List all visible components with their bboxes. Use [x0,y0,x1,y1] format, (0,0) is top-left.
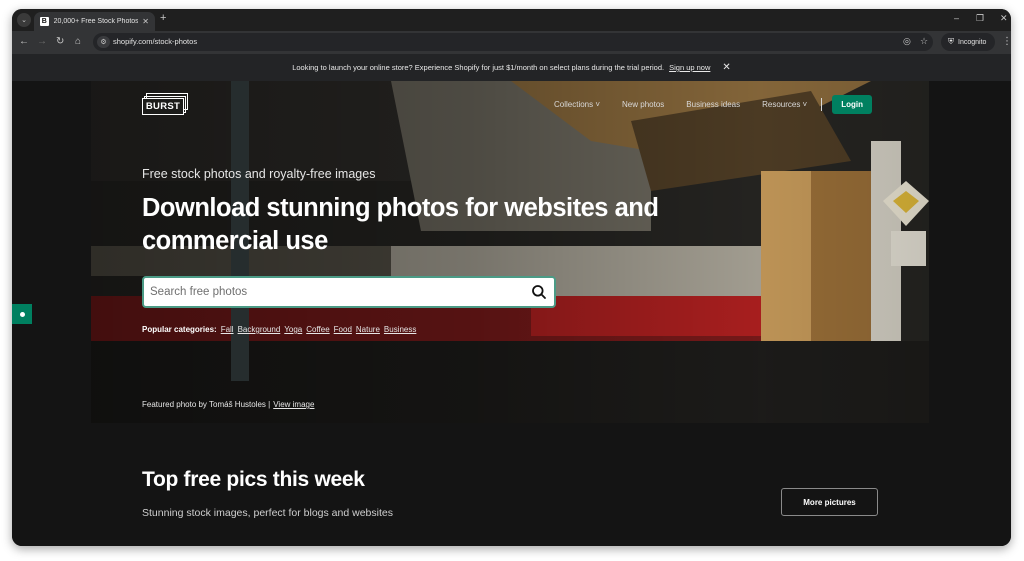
browser-window: ⌄ B 20,000+ Free Stock Photos and ✕ + – … [12,9,1011,546]
section-subtitle: Stunning stock images, perfect for blogs… [142,507,393,519]
browser-tab[interactable]: B 20,000+ Free Stock Photos and ✕ [34,12,155,31]
category-link[interactable]: Coffee [306,325,329,334]
nav-collections[interactable]: Collections ˅ [554,100,600,109]
nav-new-photos[interactable]: New photos [622,100,664,109]
category-link[interactable]: Food [334,325,352,334]
popular-categories: Popular categories: Fall Background Yoga… [142,325,420,334]
sign-up-link[interactable]: Sign up now [669,63,710,72]
back-icon[interactable]: ← [19,36,29,47]
view-image-link[interactable]: View image [273,400,314,409]
tab-title: 20,000+ Free Stock Photos and [53,18,139,25]
new-tab-icon[interactable]: + [160,12,166,24]
categories-label: Popular categories: [142,325,217,334]
hero-headline: Download stunning photos for websites an… [142,194,659,255]
more-pictures-button[interactable]: More pictures [781,488,878,516]
restore-icon[interactable]: ❐ [976,13,984,24]
category-link[interactable]: Business [384,325,416,334]
home-icon[interactable]: ⌂ [75,36,81,47]
section-title: Top free pics this week [142,468,365,491]
search-box [142,276,556,308]
promo-text: Looking to launch your online store? Exp… [292,63,665,72]
bookmark-star-icon[interactable]: ☆ [920,36,928,47]
nav-divider [821,98,823,111]
forward-icon[interactable]: → [37,36,47,47]
nav-resources[interactable]: Resources ˅ [762,100,807,109]
incognito-label: Incognito [958,38,987,46]
login-button[interactable]: Login [832,95,873,114]
main-nav: Collections ˅ New photos Business ideas … [554,95,873,114]
window-close-icon[interactable]: ✕ [1000,13,1008,24]
category-link[interactable]: Yoga [284,325,302,334]
minimize-icon[interactable]: – [954,13,959,23]
logo-text: BURST [142,98,184,115]
address-bar[interactable]: ⚙ shopify.com/stock-photos ◎ ☆ [93,33,933,51]
page: Looking to launch your online store? Exp… [12,54,1011,546]
incognito-icon: ⛨ [948,37,954,46]
browser-menu-icon[interactable]: ⋮ [1002,36,1011,47]
browser-toolbar: ← → ↻ ⌂ ⚙ shopify.com/stock-photos ◎ ☆ ⛨… [12,31,1011,54]
tab-strip: ⌄ B 20,000+ Free Stock Photos and ✕ + – … [12,9,1011,31]
eye-off-icon[interactable]: ◎ [903,36,911,47]
tab-search-icon[interactable]: ⌄ [17,13,31,27]
promo-banner: Looking to launch your online store? Exp… [12,54,1011,81]
credit-text: Featured photo by Tomáš Hustoles | [142,400,271,409]
url-text[interactable]: shopify.com/stock-photos [113,37,197,46]
promo-close-icon[interactable]: ✕ [722,62,730,73]
favicon-icon: B [40,17,49,26]
photo-credit: Featured photo by Tomáš Hustoles | View … [142,400,314,409]
category-link[interactable]: Nature [356,325,380,334]
reload-icon[interactable]: ↻ [56,36,64,47]
incognito-badge[interactable]: ⛨ Incognito [941,33,995,51]
category-link[interactable]: Background [238,325,281,334]
tab-close-icon[interactable]: ✕ [142,17,149,26]
hero-section: BURST Collections ˅ New photos Business … [91,81,929,423]
feedback-side-tab[interactable] [12,304,32,324]
feedback-dot-icon [19,311,25,317]
hero-eyebrow: Free stock photos and royalty-free image… [142,167,376,181]
category-link[interactable]: Fall [221,325,234,334]
nav-business-ideas[interactable]: Business ideas [686,100,740,109]
burst-logo[interactable]: BURST [142,93,188,115]
site-info-icon[interactable]: ⚙ [97,36,110,48]
search-icon[interactable] [531,284,547,300]
search-input[interactable] [150,278,520,306]
